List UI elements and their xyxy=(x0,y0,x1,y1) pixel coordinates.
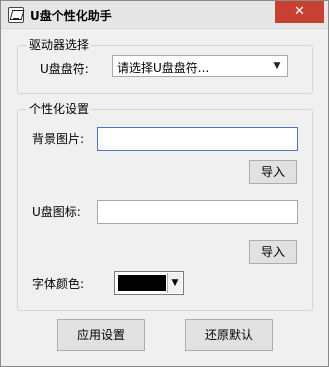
drive-selection-group-title: 驱动器选择 xyxy=(27,38,92,52)
font-color-swatch xyxy=(118,275,166,291)
personalization-group-title: 个性化设置 xyxy=(27,102,92,116)
restore-default-button[interactable]: 还原默认 xyxy=(185,319,273,351)
app-icon xyxy=(8,7,24,23)
personalization-group: 个性化设置 背景图片: 导入 U盘图标: 导入 字体颜色: ▼ xyxy=(17,102,313,311)
font-color-label: 字体颜色: xyxy=(32,277,85,291)
apply-settings-button[interactable]: 应用设置 xyxy=(57,319,145,351)
import-background-button[interactable]: 导入 xyxy=(249,160,297,184)
window-title: U盘个性化助手 xyxy=(30,9,112,23)
drive-letter-label: U盘盘符: xyxy=(40,62,89,76)
usb-icon-field[interactable] xyxy=(97,200,298,224)
background-image-field[interactable] xyxy=(97,127,298,151)
title-bar[interactable]: U盘个性化助手 ✕ xyxy=(1,1,328,29)
chevron-down-icon[interactable]: ▼ xyxy=(271,60,283,72)
usb-icon-label: U盘图标: xyxy=(32,205,81,219)
drive-selection-group: 驱动器选择 U盘盘符: 请选择U盘盘符... ▼ xyxy=(17,38,313,94)
app-window: U盘个性化助手 ✕ 驱动器选择 U盘盘符: 请选择U盘盘符... ▼ 个性化设置… xyxy=(0,0,329,367)
background-image-label: 背景图片: xyxy=(32,132,85,146)
close-button[interactable]: ✕ xyxy=(275,1,324,23)
drive-letter-select[interactable]: 请选择U盘盘符... ▼ xyxy=(112,55,288,77)
chevron-down-icon[interactable]: ▼ xyxy=(167,273,182,293)
font-color-picker[interactable]: ▼ xyxy=(114,271,184,295)
drive-letter-select-value: 请选择U盘盘符... xyxy=(117,61,210,75)
import-icon-button[interactable]: 导入 xyxy=(249,240,297,264)
